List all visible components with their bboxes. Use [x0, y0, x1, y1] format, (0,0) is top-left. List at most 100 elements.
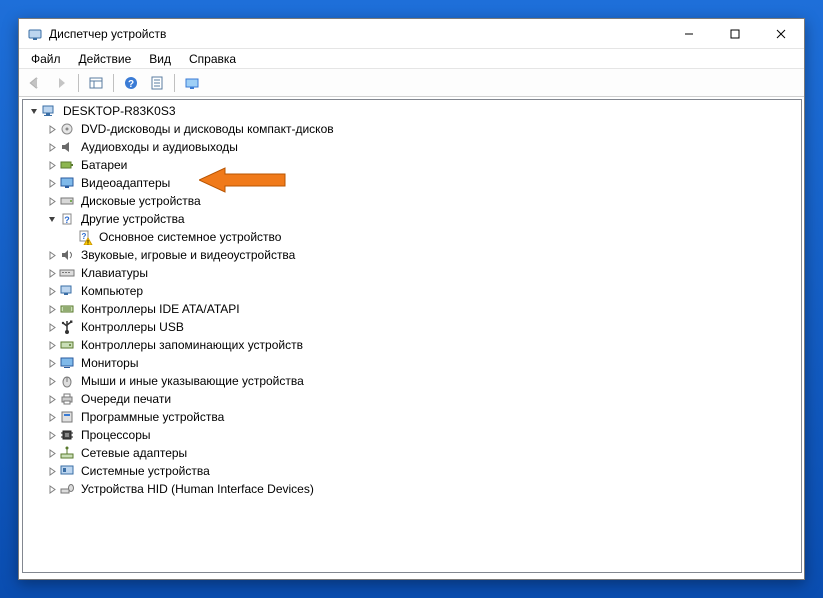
- tree-node-label: Сетевые адаптеры: [79, 444, 189, 462]
- expand-icon[interactable]: [47, 250, 57, 260]
- tree-category-0[interactable]: DVD-дисководы и дисководы компакт-дисков: [23, 120, 801, 138]
- toolbar-help-button[interactable]: ?: [119, 72, 143, 94]
- software-icon: [59, 409, 75, 425]
- app-icon: [27, 26, 43, 42]
- tree-node-label: Мониторы: [79, 354, 140, 372]
- expand-icon[interactable]: [47, 466, 57, 476]
- expand-icon[interactable]: [47, 394, 57, 404]
- menubar: Файл Действие Вид Справка: [19, 49, 804, 69]
- storage-icon: [59, 337, 75, 353]
- toolbar-properties-button[interactable]: [145, 72, 169, 94]
- tree-category-4[interactable]: Дисковые устройства: [23, 192, 801, 210]
- maximize-button[interactable]: [712, 19, 758, 48]
- minimize-button[interactable]: [666, 19, 712, 48]
- unknown-icon: ?: [59, 211, 75, 227]
- tree-node-label: Основное системное устройство: [97, 228, 283, 246]
- system-icon: [59, 463, 75, 479]
- tree-node-label: Процессоры: [79, 426, 153, 444]
- tree-category-11[interactable]: Контроллеры запоминающих устройств: [23, 336, 801, 354]
- expand-icon[interactable]: [47, 124, 57, 134]
- disc-icon: [59, 121, 75, 137]
- expand-icon[interactable]: [47, 430, 57, 440]
- toolbar-separator: [78, 74, 79, 92]
- expand-icon[interactable]: [47, 178, 57, 188]
- tree-node-label: Звуковые, игровые и видеоустройства: [79, 246, 297, 264]
- toolbar-scan-button[interactable]: [180, 72, 204, 94]
- device-tree: DESKTOP-R83K0S3DVD-дисководы и дисководы…: [23, 100, 801, 500]
- expand-icon[interactable]: [47, 412, 57, 422]
- tree-node-label: Очереди печати: [79, 390, 173, 408]
- collapse-icon[interactable]: [29, 106, 39, 116]
- cpu-icon: [59, 427, 75, 443]
- tree-node-label: Аудиовходы и аудиовыходы: [79, 138, 240, 156]
- expand-icon[interactable]: [47, 286, 57, 296]
- tree-node-label: Батареи: [79, 156, 129, 174]
- tree-category-2[interactable]: Батареи: [23, 156, 801, 174]
- menu-file[interactable]: Файл: [23, 51, 69, 67]
- tree-category-13[interactable]: Мыши и иные указывающие устройства: [23, 372, 801, 390]
- tree-category-15[interactable]: Программные устройства: [23, 408, 801, 426]
- expander-spacer: [65, 232, 75, 242]
- toolbar-forward-button[interactable]: [49, 72, 73, 94]
- tree-category-16[interactable]: Процессоры: [23, 426, 801, 444]
- tree-category-9[interactable]: Контроллеры IDE ATA/ATAPI: [23, 300, 801, 318]
- toolbar-show-hidden-button[interactable]: [84, 72, 108, 94]
- tree-category-10[interactable]: Контроллеры USB: [23, 318, 801, 336]
- tree-category-19[interactable]: Устройства HID (Human Interface Devices): [23, 480, 801, 498]
- hid-icon: [59, 481, 75, 497]
- tree-category-18[interactable]: Системные устройства: [23, 462, 801, 480]
- pc-root-icon: [41, 103, 57, 119]
- menu-view[interactable]: Вид: [141, 51, 179, 67]
- expand-icon[interactable]: [47, 304, 57, 314]
- tree-node-label: Контроллеры IDE ATA/ATAPI: [79, 300, 242, 318]
- tree-node-label: Программные устройства: [79, 408, 226, 426]
- menu-help[interactable]: Справка: [181, 51, 244, 67]
- svg-text:?: ?: [64, 215, 70, 225]
- tree-category-5[interactable]: ?Другие устройства: [23, 210, 801, 228]
- expand-icon[interactable]: [47, 484, 57, 494]
- expand-icon[interactable]: [47, 160, 57, 170]
- tree-node-label: Видеоадаптеры: [79, 174, 172, 192]
- tree-device-5-0[interactable]: ?!Основное системное устройство: [23, 228, 801, 246]
- ide-icon: [59, 301, 75, 317]
- tree-node-label: Мыши и иные указывающие устройства: [79, 372, 306, 390]
- toolbar: ?: [19, 69, 804, 97]
- unknown-warn-icon: ?!: [77, 229, 93, 245]
- svg-text:?: ?: [82, 232, 87, 241]
- tree-category-17[interactable]: Сетевые адаптеры: [23, 444, 801, 462]
- expand-icon[interactable]: [47, 142, 57, 152]
- window-controls: [666, 19, 804, 48]
- tree-category-3[interactable]: Видеоадаптеры: [23, 174, 801, 192]
- expand-icon[interactable]: [47, 358, 57, 368]
- tree-category-14[interactable]: Очереди печати: [23, 390, 801, 408]
- tree-node-label: Клавиатуры: [79, 264, 150, 282]
- tree-category-8[interactable]: Компьютер: [23, 282, 801, 300]
- tree-category-1[interactable]: Аудиовходы и аудиовыходы: [23, 138, 801, 156]
- menu-action[interactable]: Действие: [71, 51, 140, 67]
- close-button[interactable]: [758, 19, 804, 48]
- expand-icon[interactable]: [47, 196, 57, 206]
- tree-node-label: Контроллеры USB: [79, 318, 186, 336]
- window-title: Диспетчер устройств: [49, 27, 666, 41]
- device-tree-container[interactable]: DESKTOP-R83K0S3DVD-дисководы и дисководы…: [22, 99, 802, 573]
- sound-icon: [59, 247, 75, 263]
- monitor-icon: [59, 355, 75, 371]
- computer-icon: [59, 283, 75, 299]
- titlebar: Диспетчер устройств: [19, 19, 804, 49]
- expand-icon[interactable]: [47, 448, 57, 458]
- tree-category-12[interactable]: Мониторы: [23, 354, 801, 372]
- tree-node-label: DVD-дисководы и дисководы компакт-дисков: [79, 120, 336, 138]
- tree-root[interactable]: DESKTOP-R83K0S3: [23, 102, 801, 120]
- tree-node-label: DESKTOP-R83K0S3: [61, 102, 178, 120]
- tree-category-6[interactable]: Звуковые, игровые и видеоустройства: [23, 246, 801, 264]
- tree-category-7[interactable]: Клавиатуры: [23, 264, 801, 282]
- mouse-icon: [59, 373, 75, 389]
- expand-icon[interactable]: [47, 268, 57, 278]
- toolbar-back-button[interactable]: [23, 72, 47, 94]
- expand-icon[interactable]: [47, 376, 57, 386]
- collapse-icon[interactable]: [47, 214, 57, 224]
- keyboard-icon: [59, 265, 75, 281]
- expand-icon[interactable]: [47, 340, 57, 350]
- toolbar-separator: [113, 74, 114, 92]
- expand-icon[interactable]: [47, 322, 57, 332]
